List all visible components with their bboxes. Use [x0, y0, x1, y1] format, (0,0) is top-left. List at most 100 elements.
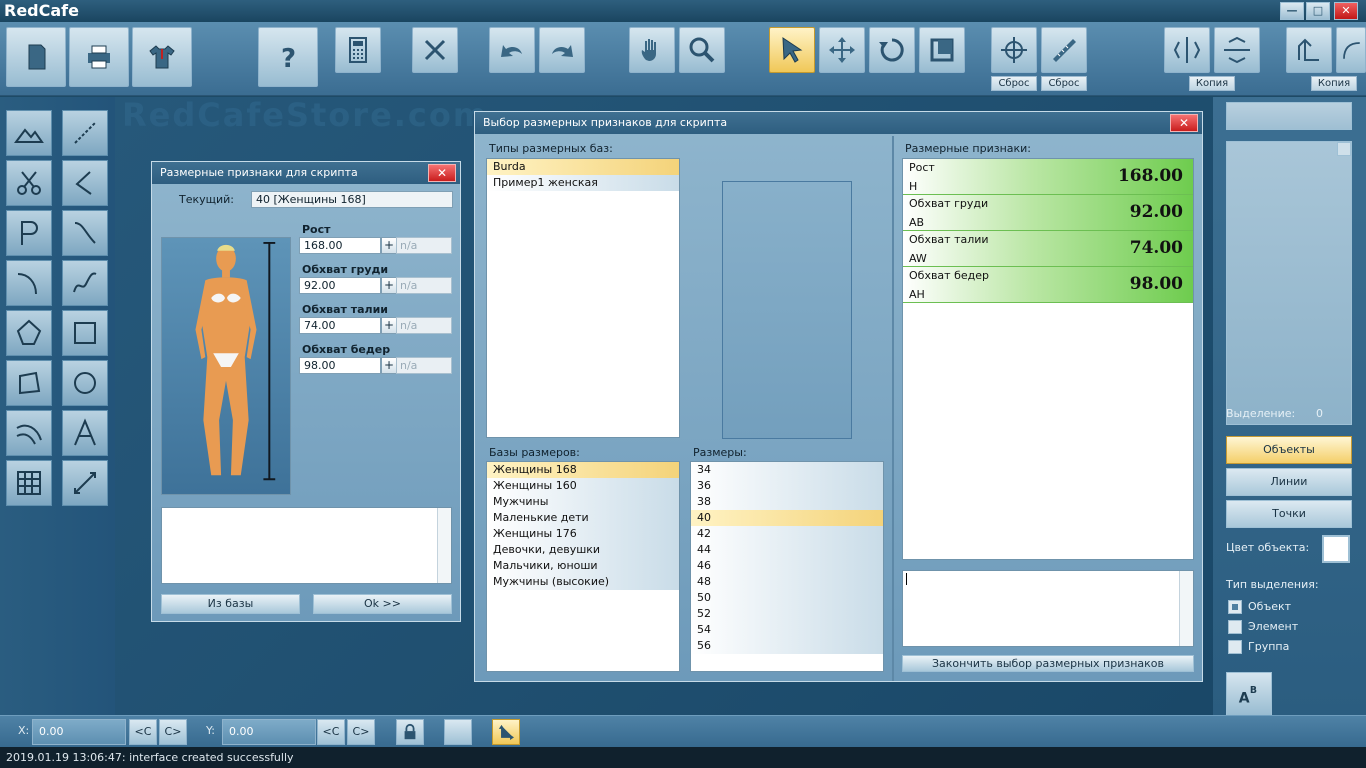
- type-object-checkbox[interactable]: [1228, 600, 1242, 614]
- segment-tool[interactable]: [62, 110, 108, 156]
- polygon-tool[interactable]: [6, 310, 52, 356]
- preview-list[interactable]: [1226, 141, 1352, 425]
- list-item[interactable]: Burda: [487, 159, 679, 175]
- from-base-button[interactable]: Из базы: [161, 594, 300, 614]
- list-item[interactable]: 42: [691, 526, 883, 542]
- main-dialog-close-button[interactable]: ✕: [1170, 114, 1198, 132]
- rotate-button[interactable]: [869, 27, 915, 73]
- center-button[interactable]: [991, 27, 1037, 73]
- list-item[interactable]: 44: [691, 542, 883, 558]
- list-item[interactable]: 46: [691, 558, 883, 574]
- copy-label-1[interactable]: Копия: [1189, 76, 1235, 91]
- script-textarea[interactable]: [902, 570, 1194, 647]
- measure-button[interactable]: [1041, 27, 1087, 73]
- lock-button[interactable]: [396, 719, 424, 745]
- lines-button[interactable]: Линии: [1226, 468, 1352, 496]
- list-item[interactable]: Мальчики, юноши: [487, 558, 679, 574]
- arc-tool[interactable]: [6, 260, 52, 306]
- reset-label-1[interactable]: Сброс: [991, 76, 1037, 91]
- maximize-button[interactable]: □: [1306, 2, 1330, 20]
- scroll-up[interactable]: [1337, 142, 1351, 156]
- scale-button[interactable]: [919, 27, 965, 73]
- polyline-tool[interactable]: [6, 210, 52, 256]
- undo-button[interactable]: [489, 27, 535, 73]
- close-window-button[interactable]: ✕: [1334, 2, 1358, 20]
- list-item[interactable]: Мужчины (высокие): [487, 574, 679, 590]
- measure-hips-plus[interactable]: +: [381, 357, 397, 374]
- copy-label-2[interactable]: Копия: [1311, 76, 1357, 91]
- feature-row[interactable]: Рост H 168.00: [903, 159, 1193, 195]
- notes-scrollbar[interactable]: [437, 508, 451, 583]
- cut-tool[interactable]: [6, 160, 52, 206]
- y-coordinate-input[interactable]: 0.00: [222, 719, 316, 745]
- list-item[interactable]: Женщины 160: [487, 478, 679, 494]
- line-tool[interactable]: [6, 110, 52, 156]
- new-file-button[interactable]: [6, 27, 66, 87]
- measure-waist-plus[interactable]: +: [381, 317, 397, 334]
- features-list[interactable]: Рост H 168.00 Обхват груди AB 92.00 Обхв…: [902, 158, 1194, 560]
- type-group-checkbox[interactable]: [1228, 640, 1242, 654]
- types-list[interactable]: Burda Пример1 женская: [486, 158, 680, 438]
- shape-tool[interactable]: [6, 360, 52, 406]
- list-item[interactable]: 40: [691, 510, 883, 526]
- object-color-swatch[interactable]: [1322, 535, 1350, 563]
- text-style-button[interactable]: AB: [1226, 672, 1272, 716]
- text-tool[interactable]: [62, 410, 108, 456]
- points-button[interactable]: Точки: [1226, 500, 1352, 528]
- blank-button[interactable]: [444, 719, 472, 745]
- finish-selection-button[interactable]: Закончить выбор размерных признаков: [902, 655, 1194, 672]
- list-item[interactable]: Женщины 176: [487, 526, 679, 542]
- measure-chest-plus[interactable]: +: [381, 277, 397, 294]
- y-next-button[interactable]: C>: [347, 719, 375, 745]
- list-item[interactable]: 36: [691, 478, 883, 494]
- grid-tool[interactable]: [6, 460, 52, 506]
- list-item[interactable]: 38: [691, 494, 883, 510]
- move-button[interactable]: [819, 27, 865, 73]
- angle-tool[interactable]: [62, 160, 108, 206]
- list-item[interactable]: Девочки, девушки: [487, 542, 679, 558]
- list-item[interactable]: 48: [691, 574, 883, 590]
- delete-button[interactable]: [412, 27, 458, 73]
- feature-row[interactable]: Обхват груди AB 92.00: [903, 195, 1193, 231]
- rectangle-tool[interactable]: [62, 310, 108, 356]
- x-next-button[interactable]: C>: [159, 719, 187, 745]
- spline-tool[interactable]: [62, 260, 108, 306]
- measure-height-plus[interactable]: +: [381, 237, 397, 254]
- feature-row[interactable]: Обхват талии AW 74.00: [903, 231, 1193, 267]
- x-prev-button[interactable]: <C: [129, 719, 157, 745]
- measure-chest-input[interactable]: 92.00: [299, 277, 381, 294]
- curve-tool[interactable]: [62, 210, 108, 256]
- measure-hips-input[interactable]: 98.00: [299, 357, 381, 374]
- redo-button[interactable]: [539, 27, 585, 73]
- circle-tool[interactable]: [62, 360, 108, 406]
- calculator-button[interactable]: [335, 27, 381, 73]
- reset-label-2[interactable]: Сброс: [1041, 76, 1087, 91]
- dialog-close-button[interactable]: ✕: [428, 164, 456, 182]
- list-item[interactable]: 50: [691, 590, 883, 606]
- band-tool[interactable]: [6, 410, 52, 456]
- x-coordinate-input[interactable]: 0.00: [32, 719, 126, 745]
- notes-textarea[interactable]: [161, 507, 452, 584]
- mirror-vertical-button[interactable]: [1164, 27, 1210, 73]
- copy-button-2[interactable]: [1336, 27, 1366, 73]
- axis-button[interactable]: [492, 719, 520, 745]
- list-item[interactable]: Мужчины: [487, 494, 679, 510]
- print-button[interactable]: [69, 27, 129, 87]
- list-item[interactable]: 56: [691, 638, 883, 654]
- list-item[interactable]: Пример1 женская: [487, 175, 679, 191]
- help-button[interactable]: ?: [258, 27, 318, 87]
- list-item[interactable]: 54: [691, 622, 883, 638]
- garment-button[interactable]: [132, 27, 192, 87]
- sizes-list[interactable]: 34 36 38 40 42 44 46 48 50 52 54 56: [690, 461, 884, 672]
- ok-button[interactable]: Ok >>: [313, 594, 452, 614]
- type-element-checkbox[interactable]: [1228, 620, 1242, 634]
- zoom-button[interactable]: [679, 27, 725, 73]
- list-item[interactable]: Женщины 168: [487, 462, 679, 478]
- objects-button[interactable]: Объекты: [1226, 436, 1352, 464]
- dimension-tool[interactable]: [62, 460, 108, 506]
- y-prev-button[interactable]: <C: [317, 719, 345, 745]
- measure-height-input[interactable]: 168.00: [299, 237, 381, 254]
- measure-waist-input[interactable]: 74.00: [299, 317, 381, 334]
- pan-button[interactable]: [629, 27, 675, 73]
- list-item[interactable]: 34: [691, 462, 883, 478]
